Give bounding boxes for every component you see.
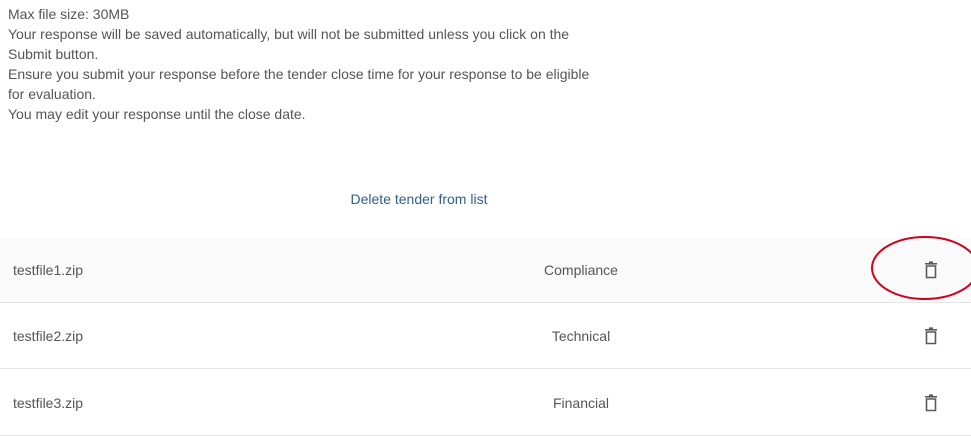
deadline-notice-text: Ensure you submit your response before t… [8,66,590,82]
autosave-notice-text-cont: Submit button. [8,46,99,62]
trash-icon[interactable] [920,325,942,347]
file-name: testfile3.zip [13,395,84,411]
file-name: testfile2.zip [13,328,84,344]
file-row: testfile2.zip Technical [0,304,971,369]
max-file-size-text: Max file size: 30MB [8,6,130,22]
instructions-text: Max file size: 30MB Your response will b… [8,4,728,124]
file-row: testfile3.zip Financial [0,371,971,436]
delete-tender-link[interactable]: Delete tender from list [0,189,838,209]
file-category: Financial [552,395,610,411]
autosave-notice-text: Your response will be saved automaticall… [8,26,570,42]
trash-icon[interactable] [920,392,942,414]
file-row: testfile1.zip Compliance [0,238,971,303]
deadline-notice-text-cont: for evaluation. [8,86,96,102]
file-name: testfile1.zip [13,262,84,278]
file-category: Compliance [544,262,618,278]
uploaded-files-table: testfile1.zip Compliance testfile2.zip T… [0,238,971,436]
file-category: Technical [551,328,611,344]
edit-notice-text: You may edit your response until the clo… [8,106,306,122]
trash-icon[interactable] [920,259,942,281]
